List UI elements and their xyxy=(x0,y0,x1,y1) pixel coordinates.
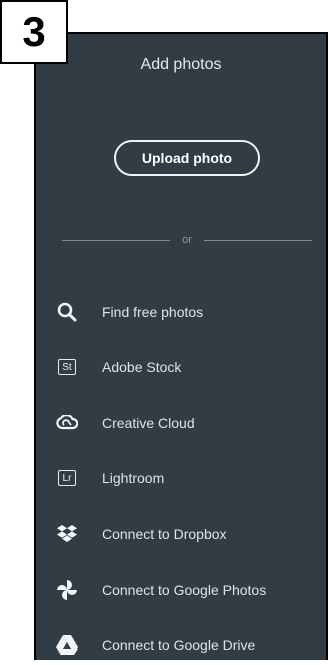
source-label: Connect to Google Photos xyxy=(102,582,267,598)
source-item-creative-cloud[interactable]: Creative Cloud xyxy=(54,403,326,443)
upload-photo-button[interactable]: Upload photo xyxy=(114,140,260,176)
source-label: Connect to Google Drive xyxy=(102,637,256,653)
panel-title: Add photos xyxy=(140,56,222,73)
source-label: Find free photos xyxy=(102,304,204,320)
divider-or-text: or xyxy=(182,234,192,246)
add-photos-panel: Add photos Upload photo or Find free pho… xyxy=(34,32,328,660)
source-label: Connect to Dropbox xyxy=(102,526,227,542)
google-photos-icon xyxy=(54,577,80,603)
source-item-adobe-stock[interactable]: St Adobe Stock xyxy=(54,347,326,387)
dropbox-icon xyxy=(54,521,80,547)
lightroom-icon: Lr xyxy=(54,465,80,491)
step-number-badge: 3 xyxy=(0,0,68,64)
divider-line-left xyxy=(62,239,171,241)
source-item-google-drive[interactable]: Connect to Google Drive xyxy=(54,625,326,665)
or-divider: or xyxy=(62,234,312,246)
source-item-lightroom[interactable]: Lr Lightroom xyxy=(54,458,326,498)
google-drive-icon xyxy=(54,632,80,658)
adobe-stock-icon: St xyxy=(54,354,80,380)
search-icon xyxy=(54,299,80,325)
source-item-dropbox[interactable]: Connect to Dropbox xyxy=(54,514,326,554)
source-label: Creative Cloud xyxy=(102,415,195,431)
creative-cloud-icon xyxy=(54,410,80,436)
divider-line-right xyxy=(203,239,312,241)
source-label: Lightroom xyxy=(102,470,165,486)
source-label: Adobe Stock xyxy=(102,359,182,375)
source-item-google-photos[interactable]: Connect to Google Photos xyxy=(54,570,326,610)
source-item-find-free-photos[interactable]: Find free photos xyxy=(54,292,326,332)
